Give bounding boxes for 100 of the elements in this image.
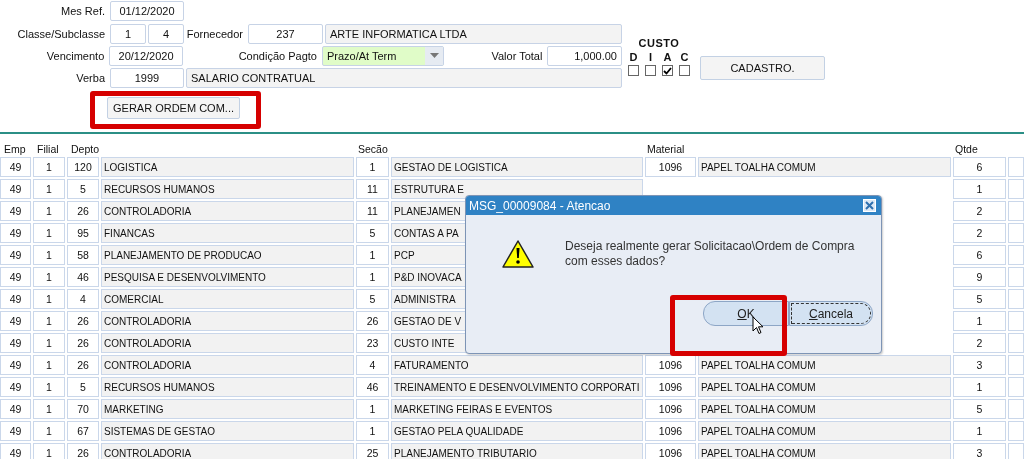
table-cell: 6 [953,157,1006,177]
checkbox[interactable] [645,65,656,76]
table-cell: 1096 [645,377,696,397]
input-field[interactable]: 4 [148,23,184,44]
table-cell: 67 [67,421,99,441]
table-cell: 6 [953,245,1006,265]
cancel-button[interactable]: Cancela [789,301,873,326]
table-cell: 1 [953,179,1006,199]
table-cell: 5 [953,289,1006,309]
table-cell: 46 [67,267,99,287]
table-cell: 49 [0,333,31,353]
supplier-name-field: ARTE INFORMATICA LTDA [325,23,622,44]
input-field[interactable]: 237 [248,23,323,44]
table-cell: 49 [0,201,31,221]
field-label: Condição Pagto [237,49,318,62]
table-cell: PESQUISA E DESENVOLVIMENTO [101,267,354,287]
column-header: Filial [36,143,60,155]
table-cell: FATURAMENTO [391,355,643,375]
table-cell: 1096 [645,355,696,375]
table-cell: 1 [33,421,65,441]
table-cell: 2 [953,333,1006,353]
table-cell: 1 [356,267,389,287]
checkbox-label: I [647,51,654,63]
table-cell: FINANCAS [101,223,354,243]
input-field[interactable]: 1999 [110,67,184,88]
table-cell: 5 [67,179,99,199]
checkbox-label: C [679,51,690,63]
field-label: Mes Ref. [60,4,106,17]
table-cell: 9 [953,267,1006,287]
caret-icon [425,46,444,65]
table-cell: 49 [0,443,31,459]
table-cell: 26 [67,201,99,221]
input-field[interactable]: 1 [110,23,146,44]
column-header: Secão [357,143,389,155]
table-cell: 1 [33,377,65,397]
table-cell [1008,311,1024,331]
mouse-pointer-icon [752,316,764,335]
register-button[interactable]: CADASTRO. [700,56,825,80]
budget-name-field: SALARIO CONTRATUAL [186,67,622,88]
table-cell: GESTAO PELA QUALIDADE [391,421,643,441]
table-cell [1008,377,1024,397]
table-cell [1008,399,1024,419]
table-cell: 1096 [645,443,696,459]
table-cell [1008,289,1024,309]
table-cell: 1096 [645,399,696,419]
table-cell: 120 [67,157,99,177]
table-cell: 49 [0,267,31,287]
table-cell: TREINAMENTO E DESENVOLVIMENTO CORPORATI [391,377,643,397]
table-cell: RECURSOS HUMANOS [101,179,354,199]
column-header: Material [646,143,686,155]
payment-dropdown[interactable]: Prazo/At Term [321,45,445,66]
field-label: Valor Total [490,49,544,62]
table-cell [1008,355,1024,375]
date-field[interactable]: 01/12/2020 [110,0,184,21]
checkbox[interactable] [679,65,690,76]
table-cell: CONTROLADORIA [101,355,354,375]
table-cell: 1 [33,267,65,287]
table-cell: GESTAO DE LOGISTICA [391,157,643,177]
table-cell: 49 [0,245,31,265]
column-header: Depto [70,143,99,155]
table-cell: SISTEMAS DE GESTAO [101,421,354,441]
table-cell: LOGISTICA [101,157,354,177]
table-cell: PLANEJAMENTO TRIBUTARIO [391,443,643,459]
ok-button[interactable]: OK [703,301,789,326]
table-cell [1008,223,1024,243]
table-cell: 49 [0,399,31,419]
table-cell: PAPEL TOALHA COMUM [698,443,951,459]
table-cell: 1 [33,245,65,265]
table-cell: 49 [0,377,31,397]
table-cell [1008,157,1024,177]
table-cell: MARKETING [101,399,354,419]
total-value-field[interactable]: 1,000.00 [547,45,622,66]
table-cell: 1 [356,157,389,177]
table-cell [1008,179,1024,199]
table-cell: 5 [356,289,389,309]
field-label: Vencimento [45,49,106,62]
table-cell: 70 [67,399,99,419]
table-cell: CONTROLADORIA [101,333,354,353]
table-cell: 26 [67,333,99,353]
table-cell: 11 [356,179,389,199]
table-cell: 49 [0,179,31,199]
table-cell [1008,245,1024,265]
table-cell: 3 [953,355,1006,375]
checkbox[interactable] [662,65,673,76]
table-cell: PAPEL TOALHA COMUM [698,377,951,397]
column-header: Emp [3,143,27,155]
table-cell: 49 [0,355,31,375]
table-cell: 25 [356,443,389,459]
checkbox[interactable] [628,65,639,76]
table-cell: 1 [33,223,65,243]
table-cell: 5 [953,399,1006,419]
date-field[interactable]: 20/12/2020 [109,45,183,66]
generate-order-button[interactable]: GERAR ORDEM COM... [107,97,240,119]
table-cell: 11 [356,201,389,221]
table-cell: 49 [0,311,31,331]
section-label: CUSTO [638,37,680,49]
table-cell: 1 [356,421,389,441]
table-cell: 58 [67,245,99,265]
close-icon[interactable] [863,199,876,212]
table-cell: 49 [0,421,31,441]
